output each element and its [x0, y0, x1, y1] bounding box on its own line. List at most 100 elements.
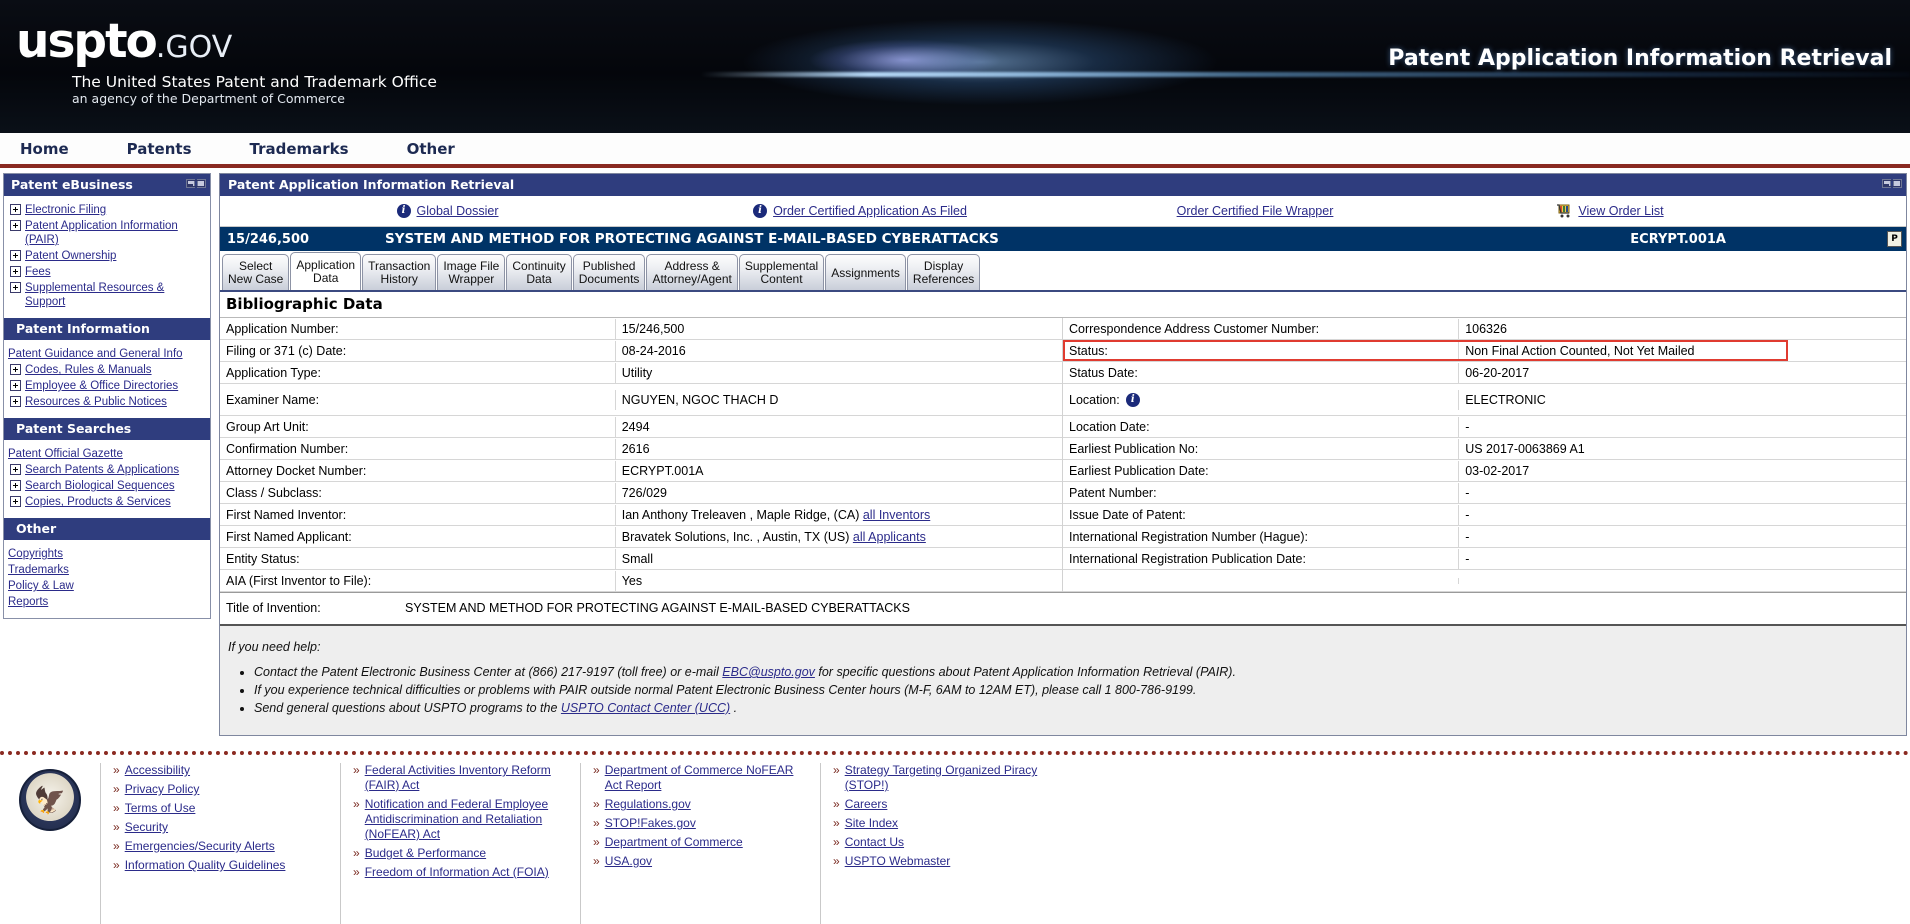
order-certified-file-wrapper-link[interactable]: Order Certified File Wrapper: [1177, 204, 1334, 218]
view-order-list-cell[interactable]: View Order List: [1465, 204, 1755, 218]
sidebar-item-label[interactable]: Electronic Filing: [25, 203, 106, 217]
footer-link-stop[interactable]: Strategy Targeting Organized Piracy (STO…: [845, 763, 1048, 793]
cart-icon[interactable]: [1556, 204, 1573, 218]
info-icon[interactable]: i: [753, 204, 768, 218]
sidebar-item-label[interactable]: Copyrights: [8, 548, 63, 560]
panel-window-controls[interactable]: [1882, 179, 1902, 188]
list-item[interactable]: » Notification and Federal Employee Antid…: [353, 797, 568, 842]
expand-plus-icon[interactable]: [10, 250, 21, 261]
sidebar-item-label[interactable]: Search Biological Sequences: [25, 479, 175, 493]
list-item[interactable]: » Information Quality Guidelines: [113, 858, 328, 873]
list-item[interactable]: » Terms of Use: [113, 801, 328, 816]
uspto-contact-center-link[interactable]: USPTO Contact Center (UCC): [561, 701, 730, 715]
footer-link-department-of-commerce[interactable]: Department of Commerce: [605, 835, 743, 850]
footer-link-regulations-gov[interactable]: Regulations.gov: [605, 797, 691, 812]
expand-plus-icon[interactable]: [10, 282, 21, 293]
footer-link-privacy-policy[interactable]: Privacy Policy: [125, 782, 200, 797]
pdf-icon[interactable]: P: [1887, 231, 1902, 247]
footer-link-emergencies-security-alerts[interactable]: Emergencies/Security Alerts: [125, 839, 275, 854]
order-certified-application-link[interactable]: Order Certified Application As Filed: [773, 204, 967, 218]
expand-plus-icon[interactable]: [10, 396, 21, 407]
sidebar-item-label[interactable]: Supplemental Resources & Support: [25, 281, 206, 309]
list-item[interactable]: » Security: [113, 820, 328, 835]
sidebar-item-policy-law[interactable]: Policy & Law: [4, 578, 210, 594]
sidebar-item-trademarks[interactable]: Trademarks: [4, 562, 210, 578]
sidebar-item-fees[interactable]: Fees: [4, 264, 210, 280]
footer-link-careers[interactable]: Careers: [845, 797, 888, 812]
tab-display-references[interactable]: Display References: [906, 254, 981, 290]
sidebar-item-employee-office-directories[interactable]: Employee & Office Directories: [4, 378, 210, 394]
sidebar-item-label[interactable]: Patent Official Gazette: [8, 448, 123, 460]
footer-link-stopfakes-gov[interactable]: STOP!Fakes.gov: [605, 816, 696, 831]
sidebar-item-supplemental-resources-support[interactable]: Supplemental Resources & Support: [4, 280, 210, 310]
footer-link-security[interactable]: Security: [125, 820, 168, 835]
sidebar-item-label[interactable]: Patent Ownership: [25, 249, 116, 263]
global-dossier-link[interactable]: Global Dossier: [417, 204, 499, 218]
list-item[interactable]: » Strategy Targeting Organized Piracy (ST…: [833, 763, 1048, 793]
list-item[interactable]: » Department of Commerce NoFEAR Act Repor…: [593, 763, 808, 793]
order-certified-application-cell[interactable]: i Order Certified Application As Filed: [675, 204, 1045, 218]
footer-link-site-index[interactable]: Site Index: [845, 816, 898, 831]
nav-item-trademarks[interactable]: Trademarks: [250, 140, 349, 158]
info-icon[interactable]: i: [1125, 392, 1140, 407]
sidebar-item-label[interactable]: Resources & Public Notices: [25, 395, 167, 409]
footer-link-fair-act[interactable]: Federal Activities Inventory Reform (FAI…: [365, 763, 568, 793]
tab-supplemental-content[interactable]: Supplemental Content: [738, 254, 825, 290]
nav-item-other[interactable]: Other: [407, 140, 455, 158]
sidebar-item-label[interactable]: Employee & Office Directories: [25, 379, 178, 393]
list-item[interactable]: » Federal Activities Inventory Reform (FA…: [353, 763, 568, 793]
sidebar-item-label[interactable]: Patent Application Information (PAIR): [25, 219, 206, 247]
list-item[interactable]: » Emergencies/Security Alerts: [113, 839, 328, 854]
sidebar-item-patent-official-gazette[interactable]: Patent Official Gazette: [4, 446, 210, 462]
uspto-logo[interactable]: uspto.GOV The United States Patent and T…: [16, 18, 437, 106]
sidebar-item-search-biological-sequences[interactable]: Search Biological Sequences: [4, 478, 210, 494]
sidebar-item-copies-products-services[interactable]: Copies, Products & Services: [4, 494, 210, 510]
footer-link-contact-us[interactable]: Contact Us: [845, 835, 904, 850]
list-item[interactable]: » Regulations.gov: [593, 797, 808, 812]
tab-select-new-case[interactable]: Select New Case: [222, 254, 290, 290]
footer-link-budget-performance[interactable]: Budget & Performance: [365, 846, 486, 861]
footer-link-doc-nofear-act-report[interactable]: Department of Commerce NoFEAR Act Report: [605, 763, 808, 793]
global-dossier-link-cell[interactable]: i Global Dossier: [220, 204, 675, 218]
footer-link-foia[interactable]: Freedom of Information Act (FOIA): [365, 865, 549, 880]
order-certified-file-wrapper-cell[interactable]: Order Certified File Wrapper: [1045, 204, 1465, 218]
sidebar-item-label[interactable]: Policy & Law: [8, 580, 74, 592]
sidebar-window-controls[interactable]: [186, 179, 206, 188]
list-item[interactable]: » STOP!Fakes.gov: [593, 816, 808, 831]
expand-plus-icon[interactable]: [10, 266, 21, 277]
tab-assignments[interactable]: Assignments: [825, 254, 906, 290]
list-item[interactable]: » USPTO Webmaster: [833, 854, 1048, 869]
sidebar-item-patent-guidance-and-general-info[interactable]: Patent Guidance and General Info: [4, 346, 210, 362]
tab-address-attorney-agent[interactable]: Address & Attorney/Agent: [646, 254, 738, 290]
list-item[interactable]: » USA.gov: [593, 854, 808, 869]
footer-link-nofear-act[interactable]: Notification and Federal Employee Antidi…: [365, 797, 568, 842]
expand-plus-icon[interactable]: [10, 496, 21, 507]
sidebar-item-label[interactable]: Search Patents & Applications: [25, 463, 179, 477]
sidebar-item-label[interactable]: Codes, Rules & Manuals: [25, 363, 152, 377]
tab-transaction-history[interactable]: Transaction History: [362, 254, 437, 290]
list-item[interactable]: » Site Index: [833, 816, 1048, 831]
sidebar-item-patent-application-information-pair[interactable]: Patent Application Information (PAIR): [4, 218, 210, 248]
footer-link-usa-gov[interactable]: USA.gov: [605, 854, 652, 869]
sidebar-item-codes-rules-manuals[interactable]: Codes, Rules & Manuals: [4, 362, 210, 378]
view-order-list-link[interactable]: View Order List: [1578, 204, 1663, 218]
sidebar-item-patent-ownership[interactable]: Patent Ownership: [4, 248, 210, 264]
maximize-icon[interactable]: [197, 179, 206, 188]
all-applicants-link[interactable]: all Applicants: [853, 530, 926, 544]
sidebar-item-resources-public-notices[interactable]: Resources & Public Notices: [4, 394, 210, 410]
tab-continuity-data[interactable]: Continuity Data: [506, 254, 572, 290]
footer-link-terms-of-use[interactable]: Terms of Use: [125, 801, 196, 816]
sidebar-item-label[interactable]: Fees: [25, 265, 51, 279]
footer-link-uspto-webmaster[interactable]: USPTO Webmaster: [845, 854, 951, 869]
maximize-icon[interactable]: [1893, 179, 1902, 188]
ebc-email-link[interactable]: EBC@uspto.gov: [722, 665, 815, 679]
sidebar-item-search-patents-applications[interactable]: Search Patents & Applications: [4, 462, 210, 478]
expand-plus-icon[interactable]: [10, 204, 21, 215]
list-item[interactable]: » Privacy Policy: [113, 782, 328, 797]
sidebar-item-copyrights[interactable]: Copyrights: [4, 546, 210, 562]
list-item[interactable]: » Freedom of Information Act (FOIA): [353, 865, 568, 880]
list-item[interactable]: » Careers: [833, 797, 1048, 812]
tab-published-documents[interactable]: Published Documents: [572, 254, 646, 290]
list-item[interactable]: » Department of Commerce: [593, 835, 808, 850]
expand-plus-icon[interactable]: [10, 364, 21, 375]
